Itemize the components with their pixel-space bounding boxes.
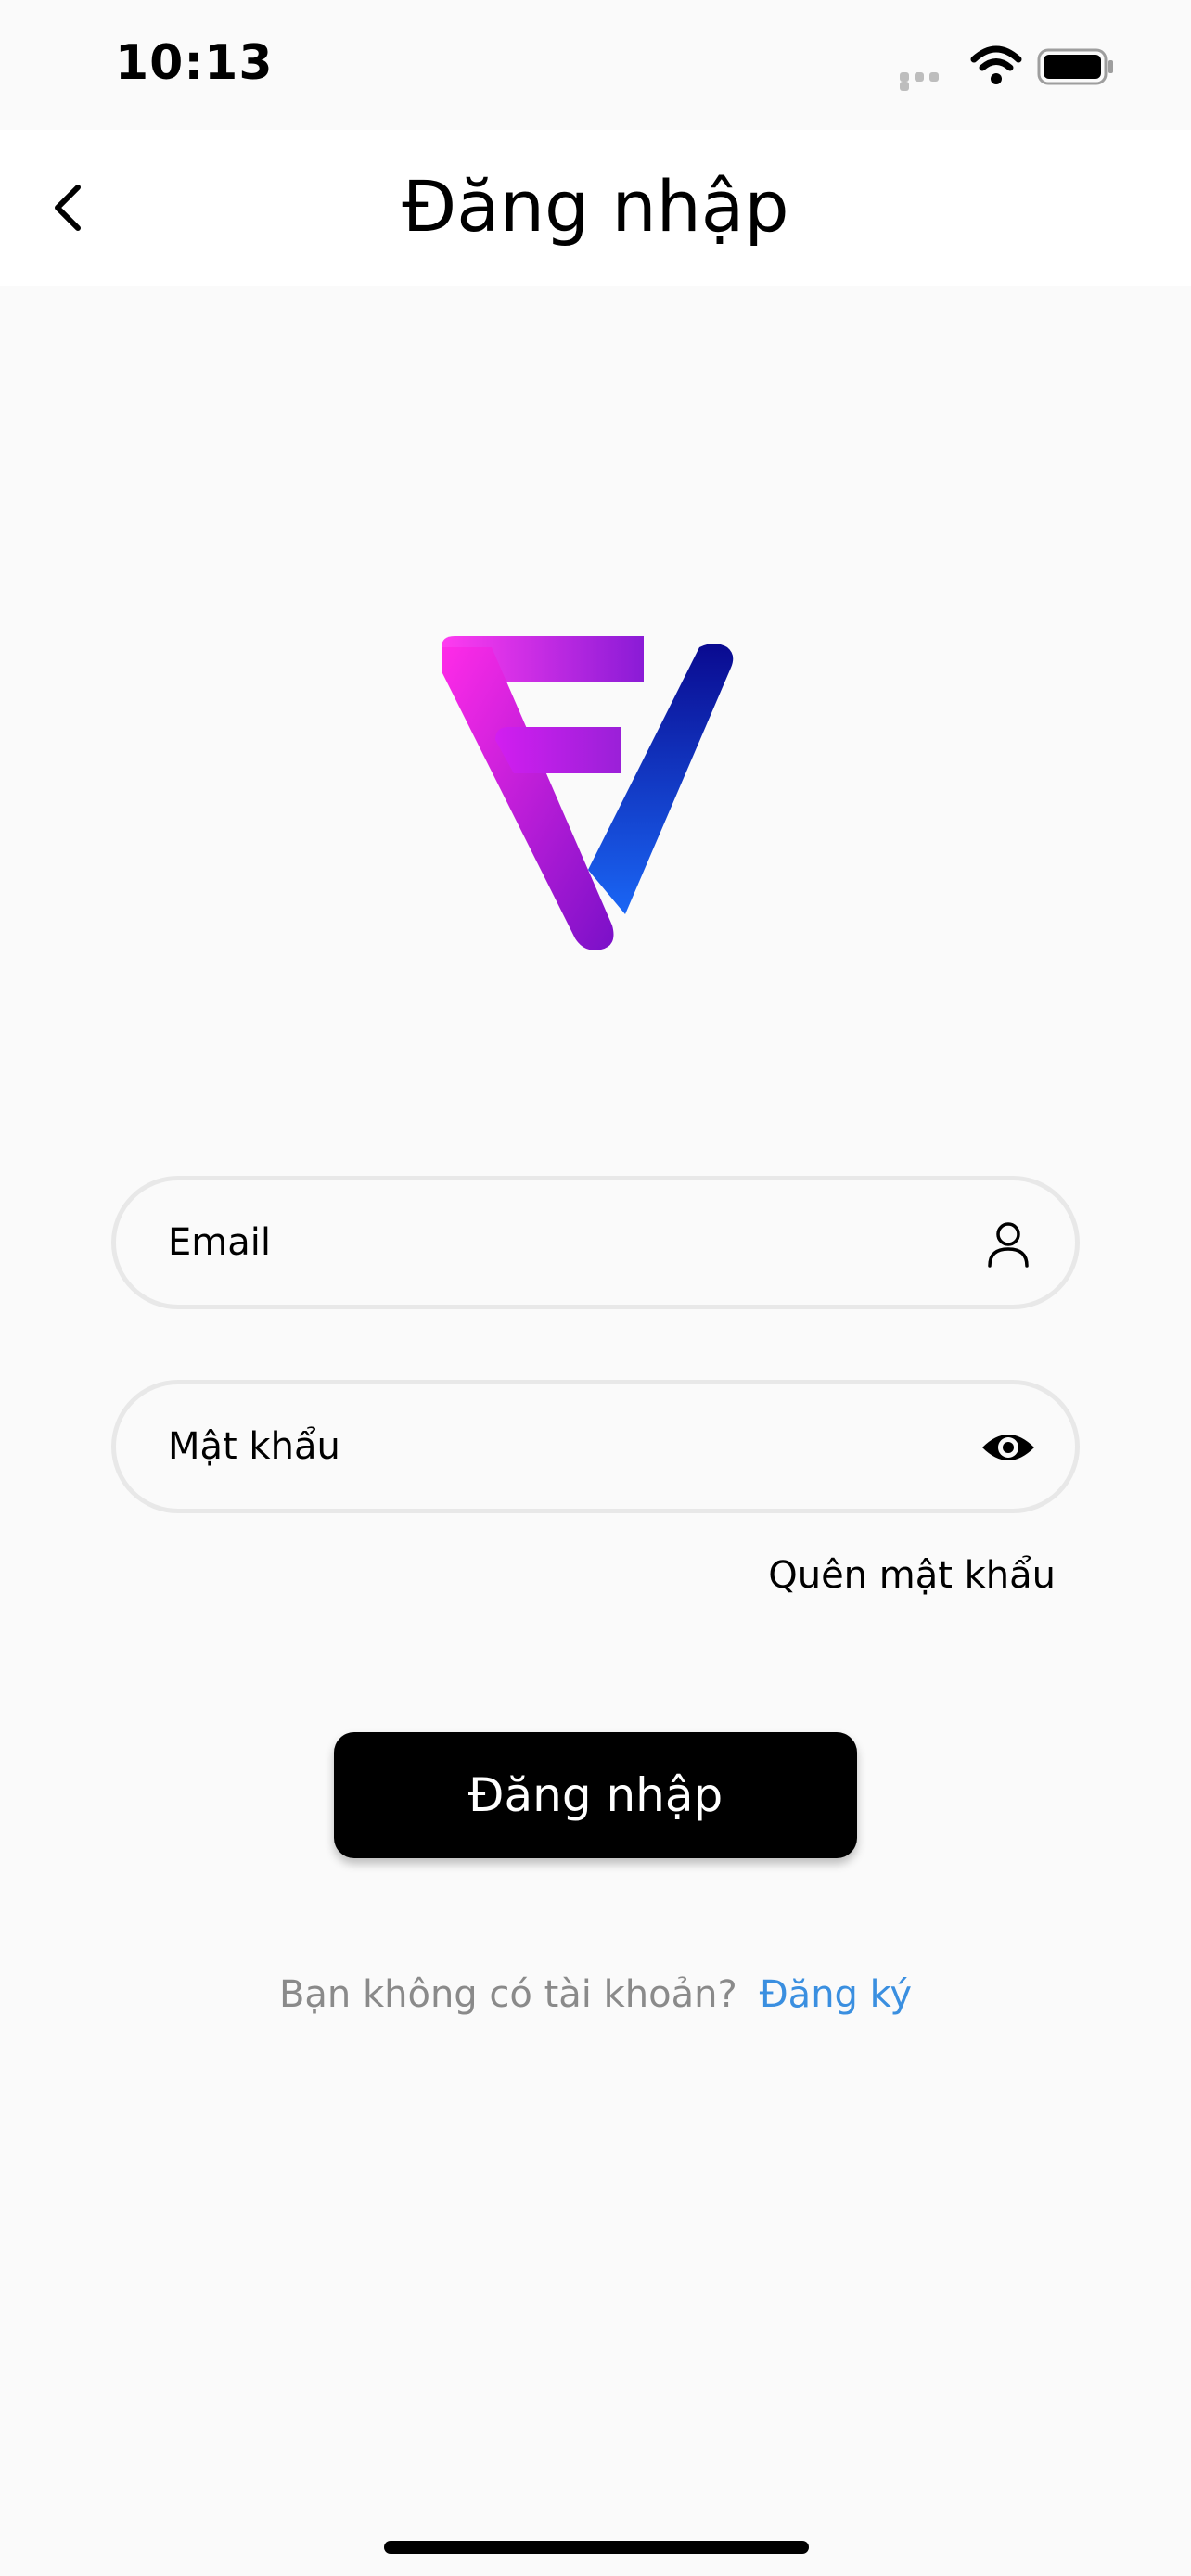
home-indicator — [384, 2541, 809, 2554]
battery-icon — [1037, 48, 1113, 85]
app-header: Đăng nhập — [0, 130, 1191, 286]
password-input[interactable] — [168, 1384, 966, 1509]
user-icon — [988, 1222, 1029, 1268]
password-field — [111, 1380, 1080, 1513]
signup-row: Bạn không có tài khoản? Đăng ký — [0, 1973, 1191, 2016]
forgot-password-link[interactable]: Quên mật khẩu — [768, 1554, 1056, 1597]
signup-prompt: Bạn không có tài khoản? — [278, 1973, 737, 2016]
brand-logo — [442, 636, 734, 950]
signal-icon — [900, 72, 957, 91]
login-screen: 10:13 Đăng nhập Email Quên mật khẩu Đăng… — [0, 0, 1191, 2576]
login-button[interactable]: Đăng nhập — [334, 1732, 857, 1858]
status-bar: 10:13 — [0, 0, 1191, 130]
eye-icon[interactable] — [980, 1420, 1036, 1475]
email-field — [111, 1176, 1080, 1309]
status-time: 10:13 — [115, 35, 274, 91]
email-input[interactable] — [168, 1180, 966, 1305]
signup-link[interactable]: Đăng ký — [760, 1973, 912, 2016]
page-title: Đăng nhập — [402, 165, 789, 248]
wifi-icon — [970, 45, 1022, 84]
